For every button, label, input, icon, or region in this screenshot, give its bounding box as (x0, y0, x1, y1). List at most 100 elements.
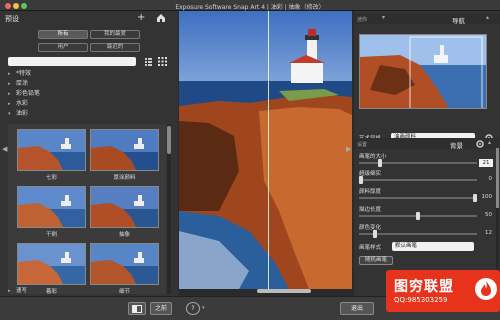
thumbnail-image (18, 187, 85, 227)
tree-item-colored-pencil[interactable]: ▸ 彩色铅笔 (6, 89, 172, 99)
navigator-image (360, 35, 486, 108)
random-brush-button[interactable]: 随机画笔 (359, 256, 393, 265)
before-button[interactable]: 之前 (150, 302, 172, 315)
detail-value: 0 (488, 176, 493, 182)
chevron-right-icon: ▸ (8, 81, 11, 87)
tree-item-sketch[interactable]: ▸ 速写 (6, 287, 166, 296)
navigator-title: 导航 (452, 17, 465, 25)
chevron-down-icon[interactable]: ▾ (202, 305, 208, 315)
settings-panel: 迷你 ▾ 导航 ▴ 艺术风格 油画颜料 设置 背景 ▴ 画笔的大小 21 超级细… (354, 11, 500, 296)
presets-header: 预设 + (0, 11, 178, 25)
brush-size-slider[interactable] (359, 159, 477, 167)
param-label: 画笔的大小 (359, 154, 387, 160)
detail-slider[interactable] (359, 176, 477, 184)
thumbnail-image (91, 130, 158, 170)
grid-view-icon[interactable] (158, 57, 167, 66)
tab-recent[interactable]: 最近的 (90, 43, 140, 52)
tree-item-watercolor[interactable]: ▸ 水彩 (6, 99, 172, 109)
scrollbar-thumb[interactable] (167, 126, 171, 154)
param-label: 描边长度 (359, 207, 382, 213)
thumbnail-image (91, 244, 158, 284)
thumbnail-image (18, 130, 85, 170)
preset-category-tree: ▸ *特效 ▸ 厚涂 ▸ 彩色铅笔 ▸ 水彩 ▾ 油彩 (6, 69, 172, 119)
chevron-down-icon: ▾ (8, 111, 11, 117)
preset-search-input[interactable] (8, 57, 136, 66)
brush-style-dropdown[interactable]: 默认画笔 (392, 242, 474, 251)
param-label: 颜色变化 (359, 225, 382, 231)
navigator-header: 迷你 ▾ 导航 ▴ (354, 13, 500, 25)
stroke-length-value: 50 (485, 212, 492, 218)
preset-label: 厚涂颜料 (113, 175, 136, 181)
preset-label: 抽象 (118, 232, 130, 238)
brush-style-label: 画笔样式 (359, 245, 382, 251)
canvas-image (179, 11, 352, 289)
thumbnail-image (18, 244, 85, 284)
presets-title: 预设 (5, 15, 19, 23)
slider-handle[interactable] (359, 176, 363, 184)
add-preset-icon[interactable]: + (137, 12, 145, 23)
tab-user[interactable]: 用户 (38, 43, 88, 52)
watermark-qq: QQ:985303259 (394, 296, 448, 304)
preset-thumbnail[interactable] (90, 129, 159, 171)
thumbnail-scrollbar[interactable] (167, 124, 171, 294)
window-title: Exposure Software Snap Art 4 | 油彩 | 抽象（修… (175, 4, 325, 11)
stroke-length-slider[interactable] (359, 212, 477, 220)
param-label: 颜料厚度 (359, 189, 382, 195)
preset-thumbnail[interactable] (17, 186, 86, 228)
brush-size-value-field[interactable]: 21 (479, 159, 493, 167)
color-variation-value: 12 (485, 230, 492, 236)
paint-thickness-slider[interactable] (359, 194, 477, 202)
preset-thumbnail[interactable] (90, 243, 159, 285)
color-variation-slider[interactable] (359, 230, 477, 238)
chevron-up-icon[interactable]: ▴ (486, 14, 492, 24)
thumbnail-image (91, 187, 158, 227)
preset-thumbnail-grid: 七彩 厚涂颜料 干刷 抽象 着彩 细节 (8, 124, 166, 294)
home-icon[interactable] (156, 13, 166, 22)
background-title: 背景 (450, 142, 463, 150)
background-header: 设置 背景 ▴ (354, 138, 500, 150)
watermark-title: 图穷联盟 (394, 279, 454, 295)
tree-item-special-effects[interactable]: ▸ *特效 (6, 69, 172, 79)
split-view-icon (132, 305, 142, 313)
tab-favorites[interactable]: 我的最爱 (90, 30, 140, 39)
watermark-badge: 图穷联盟 QQ:985303259 (386, 270, 500, 312)
split-view-button[interactable] (128, 302, 146, 315)
tree-item-oil[interactable]: ▾ 油彩 (6, 109, 172, 119)
preset-thumbnail[interactable] (17, 129, 86, 171)
navigator-mini-label: 迷你 (357, 17, 368, 23)
collapse-left-panel-icon[interactable]: ◀ (2, 145, 8, 155)
scrollbar-thumb[interactable] (496, 148, 499, 208)
before-after-split-handle[interactable] (268, 11, 269, 289)
list-view-icon[interactable] (144, 57, 153, 66)
presets-panel: 预设 + 所有 我的最爱 用户 最近的 ▸ *特效 ▸ 厚涂 ▸ 彩色铅笔 ▸ 水彩 ▾… (0, 11, 178, 296)
flame-logo-icon (475, 278, 497, 300)
chevron-right-icon: ▸ (8, 71, 11, 77)
slider-handle[interactable] (378, 159, 382, 167)
scrollbar-thumb[interactable] (257, 289, 311, 293)
canvas-horizontal-scrollbar[interactable] (179, 289, 352, 293)
settings-scrollbar[interactable] (496, 148, 499, 288)
help-button[interactable]: ? (186, 302, 200, 315)
preset-thumbnail[interactable] (17, 243, 86, 285)
exit-button[interactable]: 退出 (340, 302, 374, 315)
chevron-up-icon[interactable]: ▴ (488, 139, 494, 149)
paint-thickness-value: 100 (481, 194, 493, 200)
chevron-right-icon: ▸ (8, 101, 11, 107)
chevron-right-icon: ▸ (8, 91, 11, 97)
title-bar: Exposure Software Snap Art 4 | 油彩 | 抽象（修… (0, 0, 500, 11)
preset-label: 干刷 (45, 232, 57, 238)
background-settings-tag: 设置 (357, 142, 368, 148)
tab-all[interactable]: 所有 (38, 30, 88, 39)
slider-handle[interactable] (473, 194, 477, 202)
slider-handle[interactable] (416, 212, 420, 220)
gear-icon[interactable] (476, 140, 484, 148)
chevron-down-icon[interactable]: ▾ (382, 14, 388, 24)
chevron-right-icon: ▸ (8, 288, 11, 294)
navigator-preview[interactable] (359, 34, 487, 109)
tree-item-impasto[interactable]: ▸ 厚涂 (6, 79, 172, 89)
image-canvas[interactable] (179, 11, 352, 289)
collapse-right-panel-icon[interactable]: ▶ (346, 145, 352, 155)
slider-handle[interactable] (373, 230, 377, 238)
preset-label: 七彩 (45, 175, 57, 181)
preset-thumbnail[interactable] (90, 186, 159, 228)
